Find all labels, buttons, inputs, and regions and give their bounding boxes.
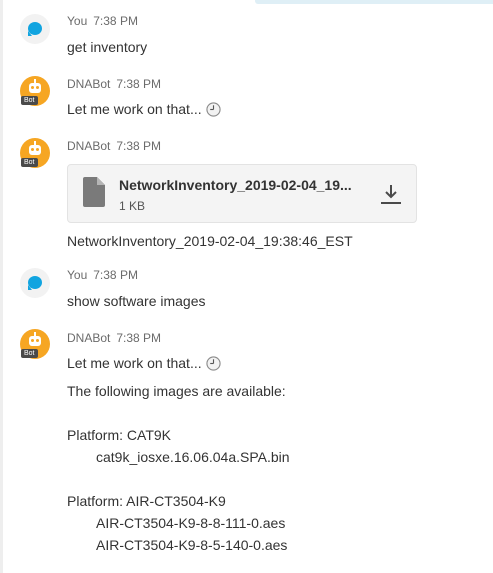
message-meta: DNABot 7:38 PM [67,139,161,153]
file-attachment-card[interactable]: NetworkInventory_2019-02-04_19... 1 KB [67,164,417,223]
message-text-content: Let me work on that... [67,355,202,371]
bot-avatar: Bot [20,329,50,359]
image-name: AIR-CT3504-K9-8-8-111-0.aes [96,515,286,531]
download-icon[interactable] [379,182,403,206]
message-text: get inventory [67,39,148,55]
bot-tag: Bot [21,96,38,105]
clock-icon [206,102,221,117]
file-name[interactable]: NetworkInventory_2019-02-04_19... [119,177,379,193]
bot-tag: Bot [21,158,38,167]
message-text: Let me work on that... [67,355,221,371]
platform-label: Platform: AIR-CT3504-K9 [67,493,226,509]
top-accent-bar [255,0,493,4]
sender-name: DNABot [67,139,111,153]
file-caption: NetworkInventory_2019-02-04_19:38:46_EST [67,233,353,249]
user-avatar [20,14,50,44]
message-meta: DNABot 7:38 PM [67,331,161,345]
message-time: 7:38 PM [93,14,138,28]
message-meta: DNABot 7:38 PM [67,77,161,91]
bot-icon [29,336,41,346]
message-text-content: Let me work on that... [67,101,202,117]
file-icon [83,177,105,207]
message-body-intro: The following images are available: [67,383,286,399]
message-text: Let me work on that... [67,101,221,117]
bot-icon [29,145,41,155]
sender-name: You [67,268,88,282]
platform-label: Platform: CAT9K [67,427,171,443]
message-meta: You 7:38 PM [67,268,138,282]
message-time: 7:38 PM [93,268,138,282]
sender-name: You [67,14,88,28]
sender-name: DNABot [67,331,111,345]
bot-avatar: Bot [20,76,50,106]
message-time: 7:38 PM [116,77,162,91]
clock-icon [206,356,221,371]
file-size: 1 KB [119,199,146,213]
bot-avatar: Bot [20,138,50,168]
image-name: AIR-CT3504-K9-8-5-140-0.aes [96,537,288,553]
image-name: cat9k_iosxe.16.06.04a.SPA.bin [96,449,290,465]
message-time: 7:38 PM [116,139,162,153]
panel-left-border [0,0,3,573]
user-avatar [20,268,50,298]
message-time: 7:38 PM [116,331,162,345]
message-meta: You 7:38 PM [67,14,138,28]
message-text: show software images [67,293,206,309]
sender-name: DNABot [67,77,111,91]
bot-tag: Bot [21,349,38,358]
bot-icon [29,83,41,93]
